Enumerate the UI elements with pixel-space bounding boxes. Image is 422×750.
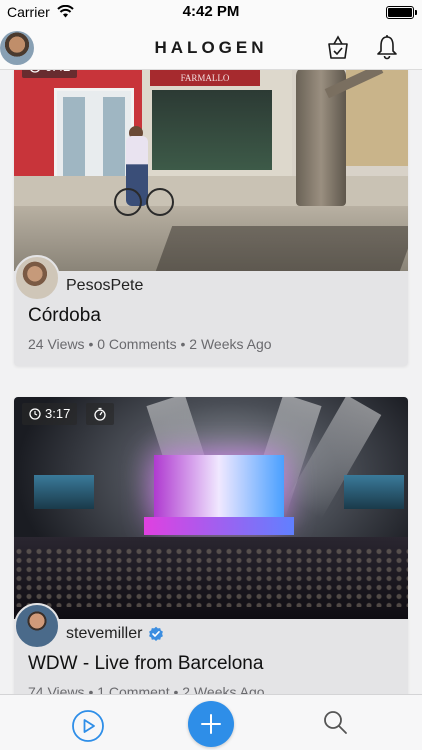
channel-avatar[interactable]: [14, 255, 60, 301]
scene-side-screen: [344, 475, 404, 509]
play-circle-icon[interactable]: [71, 709, 105, 743]
video-card[interactable]: 3:17 stevemiller WDW - Live from Barcelo…: [14, 397, 408, 694]
duration-badge: 0:42: [22, 70, 78, 78]
video-thumbnail[interactable]: FARMALLO 0:42: [14, 70, 408, 271]
search-icon[interactable]: [321, 708, 349, 736]
scene-pane: [63, 97, 85, 179]
channel-avatar[interactable]: [14, 603, 60, 649]
scene-bike-wheel: [146, 188, 174, 216]
video-stats: 24 Views • 0 Comments • 2 Weeks Ago: [28, 336, 272, 352]
scene-window: [152, 90, 272, 170]
verified-badge-icon: [149, 626, 164, 641]
video-title[interactable]: WDW - Live from Barcelona: [28, 653, 263, 675]
tab-bar: [0, 694, 422, 750]
scene-stage: [144, 517, 294, 535]
scene-stage-screen: [154, 455, 284, 525]
video-meta: stevemiller WDW - Live from Barcelona 74…: [14, 603, 408, 694]
video-thumbnail[interactable]: 3:17: [14, 397, 408, 619]
channel-name[interactable]: stevemiller: [66, 625, 164, 643]
scene-bike-wheel: [114, 188, 142, 216]
channel-name-text: PesosPete: [66, 277, 144, 294]
clock-icon: [30, 70, 40, 73]
shop-sign: FARMALLO: [150, 70, 260, 86]
scene-crowd-heads: [14, 547, 408, 607]
video-stats: 74 Views • 1 Comment • 2 Weeks Ago: [28, 684, 265, 694]
scene-shadow: [155, 226, 408, 271]
duration-badge: 3:17: [22, 403, 78, 425]
scene-shop: FARMALLO: [142, 70, 292, 186]
status-time: 4:42 PM: [182, 3, 240, 20]
stopwatch-icon: [94, 407, 106, 421]
status-bar: Carrier 4:42 PM: [0, 0, 422, 24]
app-screen: Carrier 4:42 PM HALOGEN FARMALLO PesosPe…: [0, 0, 422, 750]
scene-building: [14, 70, 142, 186]
scene-door: [54, 88, 134, 186]
bell-icon[interactable]: [373, 33, 401, 61]
channel-name-text: stevemiller: [66, 625, 143, 642]
channel-name[interactable]: PesosPete: [66, 277, 143, 295]
video-card[interactable]: FARMALLO 0:42: [14, 70, 408, 366]
app-title: HALOGEN: [154, 38, 268, 57]
video-meta: PesosPete Córdoba 24 Views • 0 Comments …: [14, 255, 408, 366]
video-feed[interactable]: FARMALLO 0:42: [0, 70, 422, 694]
nav-bar: HALOGEN: [0, 24, 422, 70]
duration-text: 3:17: [45, 406, 71, 421]
scene-pane: [103, 97, 125, 179]
add-button[interactable]: [188, 701, 234, 747]
shopping-basket-icon[interactable]: [324, 33, 352, 61]
battery-icon: [386, 6, 417, 19]
video-title[interactable]: Córdoba: [28, 305, 101, 327]
duration-text: 0:42: [45, 70, 70, 78]
clock-icon: [29, 408, 41, 420]
add-icon: [201, 714, 221, 734]
stopwatch-badge: [86, 403, 114, 425]
scene-side-screen: [34, 475, 94, 509]
